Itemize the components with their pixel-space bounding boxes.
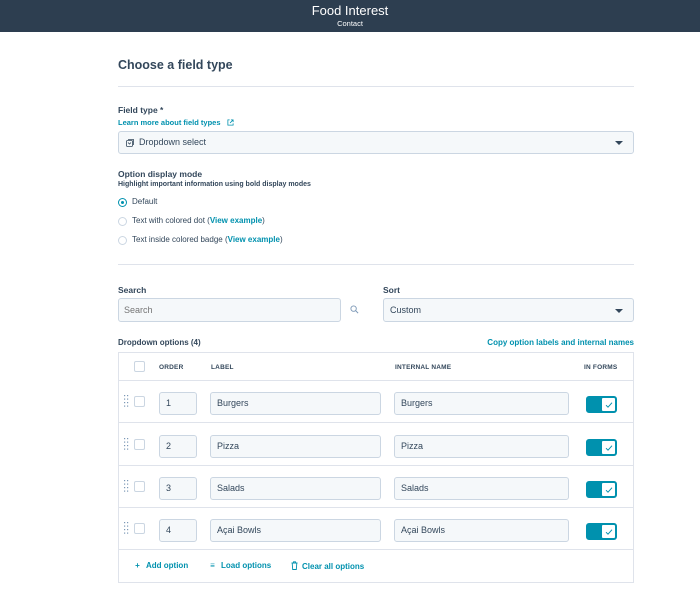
display-mode-helper: Highlight important information using bo…	[118, 181, 311, 188]
label-input[interactable]: Burgers	[210, 392, 381, 415]
checkmark-icon	[605, 445, 613, 451]
section-title: Choose a field type	[118, 58, 233, 72]
dropdown-options-title: Dropdown options (4)	[118, 338, 201, 347]
field-types-help-text[interactable]: Learn more about field types	[118, 118, 221, 127]
table-actions: + Add option ≡ Load options Clear all opti…	[119, 551, 633, 583]
radio-button[interactable]	[118, 217, 127, 226]
options-table: ORDER LABEL INTERNAL NAME IN FORMS 1 Bur…	[118, 352, 634, 583]
field-types-help-link[interactable]: Learn more about field types	[118, 118, 234, 127]
search-label: Search	[118, 285, 147, 295]
drag-handle-icon[interactable]	[124, 522, 129, 534]
radio-button-checked[interactable]	[118, 198, 127, 207]
load-options-label: Load options	[221, 561, 272, 570]
trash-icon	[291, 561, 298, 570]
view-example-link[interactable]: View example	[228, 235, 280, 244]
internal-name-input[interactable]: Salads	[394, 477, 569, 500]
clear-all-options-label: Clear all options	[302, 562, 365, 571]
table-row: 3 Salads Salads	[119, 466, 633, 508]
label-input[interactable]: Açai Bowls	[210, 519, 381, 542]
column-header-order: ORDER	[159, 364, 184, 371]
column-header-in-forms: IN FORMS	[584, 364, 618, 371]
external-link-icon	[227, 119, 234, 126]
sort-dropdown[interactable]: Custom	[383, 298, 634, 322]
order-input[interactable]: 3	[159, 477, 197, 500]
order-input[interactable]: 1	[159, 392, 197, 415]
field-type-value: Dropdown select	[139, 137, 207, 147]
column-header-label: LABEL	[211, 364, 234, 371]
in-forms-toggle[interactable]	[586, 481, 617, 498]
drag-handle-icon[interactable]	[124, 438, 129, 450]
row-checkbox[interactable]	[134, 396, 145, 407]
load-options-button[interactable]: ≡ Load options	[208, 561, 271, 570]
internal-name-input[interactable]: Burgers	[394, 392, 569, 415]
add-option-button[interactable]: + Add option	[133, 561, 188, 570]
checkmark-icon	[605, 529, 613, 535]
sort-value: Custom	[390, 305, 422, 315]
table-row: 1 Burgers Burgers	[119, 381, 633, 423]
internal-name-input[interactable]: Açai Bowls	[394, 519, 569, 542]
radio-default-label: Default	[132, 197, 158, 206]
search-icon	[350, 305, 359, 314]
drag-handle-icon[interactable]	[124, 480, 129, 492]
add-option-label: Add option	[146, 561, 189, 570]
field-type-panel: Choose a field type Field type * Learn m…	[118, 0, 634, 606]
table-row: 4 Açai Bowls Açai Bowls	[119, 508, 633, 550]
radio-button[interactable]	[118, 236, 127, 245]
checkmark-icon	[605, 487, 613, 493]
view-example-link[interactable]: View example	[210, 216, 262, 225]
row-checkbox[interactable]	[134, 523, 145, 534]
display-mode-label: Option display mode	[118, 169, 203, 179]
clear-all-options-button[interactable]: Clear all options	[291, 561, 364, 571]
drag-handle-icon[interactable]	[124, 395, 129, 407]
table-row: 2 Pizza Pizza	[119, 424, 633, 466]
in-forms-toggle[interactable]	[586, 439, 617, 456]
label-input[interactable]: Salads	[210, 477, 381, 500]
order-input[interactable]: 2	[159, 435, 197, 458]
list-icon: ≡	[210, 561, 215, 570]
plus-icon: +	[135, 561, 140, 570]
field-type-dropdown[interactable]: Dropdown select	[118, 131, 634, 154]
table-header: ORDER LABEL INTERNAL NAME IN FORMS	[119, 353, 633, 381]
order-input[interactable]: 4	[159, 519, 197, 542]
divider	[118, 264, 634, 265]
checkmark-icon	[605, 402, 613, 408]
copy-option-labels-link[interactable]: Copy option labels and internal names	[487, 338, 634, 347]
chevron-down-icon	[615, 309, 623, 313]
row-checkbox[interactable]	[134, 439, 145, 450]
in-forms-toggle[interactable]	[586, 396, 617, 413]
internal-name-input[interactable]: Pizza	[394, 435, 569, 458]
paren-close: )	[262, 216, 265, 225]
radio-colored-badge-label: Text inside colored badge (	[132, 235, 228, 244]
radio-colored-dot-label: Text with colored dot (	[132, 216, 210, 225]
dropdown-type-icon	[126, 139, 134, 147]
chevron-down-icon	[615, 141, 623, 145]
in-forms-toggle[interactable]	[586, 523, 617, 540]
column-header-internal-name: INTERNAL NAME	[395, 364, 452, 371]
paren-close: )	[279, 235, 283, 244]
label-input[interactable]: Pizza	[210, 435, 381, 458]
row-checkbox[interactable]	[134, 481, 145, 492]
select-all-checkbox[interactable]	[134, 361, 145, 372]
field-type-label: Field type *	[118, 105, 164, 115]
search-input[interactable]	[118, 298, 341, 322]
sort-label: Sort	[383, 285, 400, 295]
divider	[118, 86, 634, 87]
